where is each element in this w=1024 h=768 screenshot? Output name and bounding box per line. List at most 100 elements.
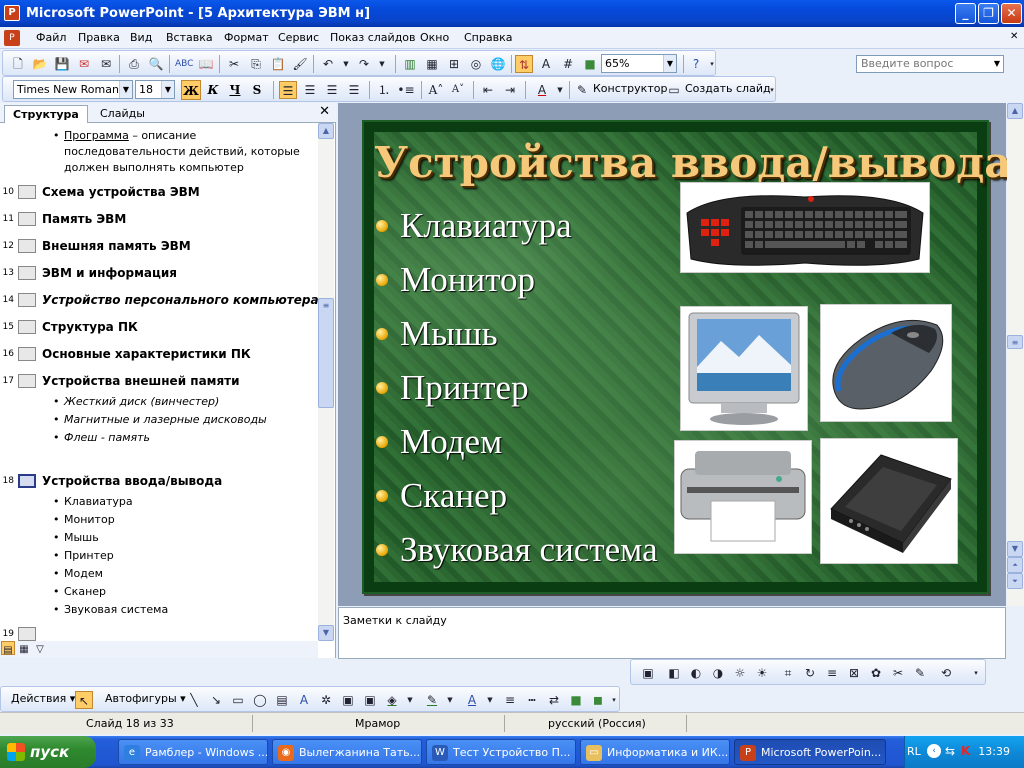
scroll-thumb[interactable]: ≡ [318,298,334,408]
mouse-image[interactable] [820,304,952,422]
diagram-icon[interactable]: ✲ [317,691,335,709]
keyboard-image[interactable] [680,182,930,273]
tray-network-icon[interactable]: ⇆ [945,744,955,758]
shadow-button[interactable]: S [247,80,267,100]
chevron-down-icon[interactable]: ▼ [161,81,174,98]
outline-scrollbar[interactable]: ▲ ≡ ▼ [318,123,334,641]
autoshapes-menu[interactable]: Автофигуры ▾ [105,692,186,705]
bold-button[interactable]: Ж [181,80,201,100]
designer-button[interactable]: Конструктор [593,82,667,95]
slide-sorter-icon[interactable]: ▦ [17,641,31,655]
new-slide-icon[interactable]: ▭ [665,81,683,99]
slide-bullet[interactable]: Клавиатура [376,206,572,246]
expand-all-icon[interactable]: ⇅ [515,55,533,73]
clipart-icon[interactable]: ▣ [339,691,357,709]
save-icon[interactable]: 💾 [53,55,71,73]
show-formatting-icon[interactable]: A [537,55,555,73]
less-contrast-icon[interactable]: ◑ [709,664,727,682]
slide[interactable]: Устройства ввода/вывода Клавиатура Монит… [362,120,1011,594]
align-center-icon[interactable]: ☰ [301,81,319,99]
line-style-icon[interactable]: ≡ [823,664,841,682]
slide-icon[interactable] [18,239,36,253]
tab-structure[interactable]: Структура [4,105,88,123]
task-rambler[interactable]: e Рамблер - Windows ... [118,739,268,765]
fill-color-dropdown-icon[interactable]: ▼ [401,691,419,709]
outline-slide-title[interactable]: ЭВМ и информация [42,266,177,280]
scroll-thumb[interactable]: ≡ [1007,335,1023,349]
outline-bullet[interactable]: Монитор [53,513,115,526]
permission-icon[interactable]: ✉ [75,55,93,73]
color-grayscale-icon[interactable]: ■ [581,55,599,73]
slide-icon[interactable] [18,185,36,199]
previous-slide-icon[interactable]: ⏶ [1007,557,1023,573]
outline-bullet[interactable]: Клавиатура [53,495,133,508]
rectangle-icon[interactable]: ▭ [229,691,247,709]
print-preview-icon[interactable]: 🔍 [147,55,165,73]
tray-expand-icon[interactable]: ‹ [927,744,941,758]
start-button[interactable]: пуск [0,736,96,768]
slide-icon[interactable] [18,320,36,334]
toolbar-options-icon[interactable]: ▾ [971,664,981,682]
new-icon[interactable]: 🗋 [9,55,27,73]
slide-title[interactable]: Устройства ввода/вывода [374,138,1011,187]
zoom-combo[interactable]: 65% ▼ [601,54,677,73]
reset-picture-icon[interactable]: ⟲ [937,664,955,682]
insert-chart-icon[interactable]: ▥ [401,55,419,73]
tray-antivirus-icon[interactable]: K [961,744,970,758]
slide-bullet[interactable]: Принтер [376,368,529,408]
outline-bullet[interactable]: Принтер [53,549,114,562]
slide-icon[interactable] [18,212,36,226]
menu-file[interactable]: Файл [36,31,66,44]
slide-bullet[interactable]: Монитор [376,260,535,300]
arrow-style-icon[interactable]: ⇄ [545,691,563,709]
monitor-image[interactable] [680,306,808,431]
font-combo[interactable]: Times New Roman ▼ [13,80,133,99]
increase-indent-icon[interactable]: ⇥ [501,81,519,99]
scroll-up-icon[interactable]: ▲ [1007,103,1023,119]
slide-bullet[interactable]: Модем [376,422,502,462]
select-objects-icon[interactable]: ↖ [75,691,93,709]
outline-slide-title[interactable]: Устройства внешней памяти [42,374,240,388]
toolbar-options-icon[interactable]: ▾ [707,55,717,73]
italic-button[interactable]: К [203,80,223,100]
line-color-dropdown-icon[interactable]: ▼ [441,691,459,709]
font-color-dropdown-icon[interactable]: ▼ [551,81,569,99]
insert-diagram-icon[interactable]: ◎ [467,55,485,73]
3d-style-icon[interactable]: ◼ [589,691,607,709]
outline-bullet[interactable]: Флеш - память [53,431,150,444]
outline-bullet[interactable]: Жесткий диск (винчестер) [53,395,219,408]
task-folder[interactable]: ▭ Информатика и ИК... [580,739,730,765]
slide-bullet[interactable]: Мышь [376,314,498,354]
open-icon[interactable]: 📂 [31,55,49,73]
close-pane-icon[interactable]: ✕ [319,104,330,119]
slide-icon[interactable] [18,347,36,361]
menu-window[interactable]: Окно [420,31,449,44]
normal-view-icon[interactable]: ▤ [1,641,15,656]
more-contrast-icon[interactable]: ◐ [687,664,705,682]
language-indicator[interactable]: RL [907,745,921,758]
task-firefox[interactable]: ◉ Вылегжанина Тать... [272,739,422,765]
menu-help[interactable]: Справка [464,31,512,44]
rotate-icon[interactable]: ↻ [801,664,819,682]
outline-slide-title-current[interactable]: Устройства ввода/вывода [42,474,222,488]
scroll-up-icon[interactable]: ▲ [318,123,334,139]
decrease-font-icon[interactable]: A˅ [449,81,467,99]
slide-bullet[interactable]: Сканер [376,476,507,516]
slide-bullet[interactable]: Звуковая система [376,530,658,570]
outline-slide-title[interactable]: Память ЭВМ [42,212,126,226]
redo-dropdown-icon[interactable]: ▼ [373,55,391,73]
close-document-button[interactable]: ✕ [1010,31,1018,42]
minimize-button[interactable]: _ [955,3,976,24]
toolbar-options-icon[interactable]: ▾ [767,81,777,99]
task-powerpoint[interactable]: P Microsoft PowerPoin... [734,739,886,765]
line-icon[interactable]: ╲ [185,691,203,709]
outline-slide-title[interactable]: Схема устройства ЭВМ [42,185,200,199]
chevron-down-icon[interactable]: ▼ [663,55,676,72]
tables-borders-icon[interactable]: ⊞ [445,55,463,73]
picture-icon[interactable]: ▣ [361,691,379,709]
less-brightness-icon[interactable]: ☀ [753,664,771,682]
crop-icon[interactable]: ⌗ [779,664,797,682]
decrease-indent-icon[interactable]: ⇤ [479,81,497,99]
font-size-combo[interactable]: 18 ▼ [135,80,175,99]
bullets-icon[interactable]: •≡ [397,81,415,99]
